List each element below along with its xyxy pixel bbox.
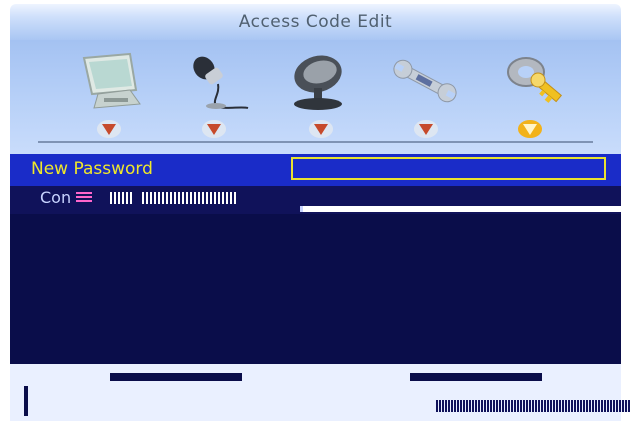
title-bar: Access Code Edit [10, 4, 621, 40]
satellite-dish-icon[interactable] [284, 50, 354, 112]
new-password-label: New Password [31, 159, 153, 179]
confirm-password-label: Con [40, 188, 72, 207]
menu-divider [38, 141, 593, 143]
footer-glitch-mark [24, 386, 28, 416]
window-title: Access Code Edit [238, 12, 393, 32]
key-icon[interactable] [498, 50, 568, 112]
menu-arrow-down-icon[interactable] [308, 118, 334, 140]
menu-arrow-down-icon[interactable] [201, 118, 227, 140]
confirm-password-input[interactable] [300, 206, 623, 212]
monitor-icon[interactable] [78, 50, 148, 112]
new-password-input[interactable] [291, 157, 606, 180]
footer-glitch-text [436, 400, 630, 412]
footer-indicator-left [110, 373, 242, 381]
footer-indicator-right [410, 373, 542, 381]
menu-arrow-down-icon[interactable] [96, 118, 122, 140]
menu-arrow-down-selected-icon[interactable] [517, 118, 543, 140]
glitch-artifact [142, 192, 236, 204]
glitch-artifact [110, 192, 132, 204]
glitch-artifact [76, 192, 92, 204]
content-panel [10, 214, 621, 374]
menu-arrow-down-icon[interactable] [413, 118, 439, 140]
osd-screen: Access Code Edit New Password Con [0, 0, 631, 421]
wrench-icon[interactable] [390, 50, 460, 112]
menu-icon-band [10, 40, 621, 154]
microphone-icon[interactable] [182, 50, 252, 112]
